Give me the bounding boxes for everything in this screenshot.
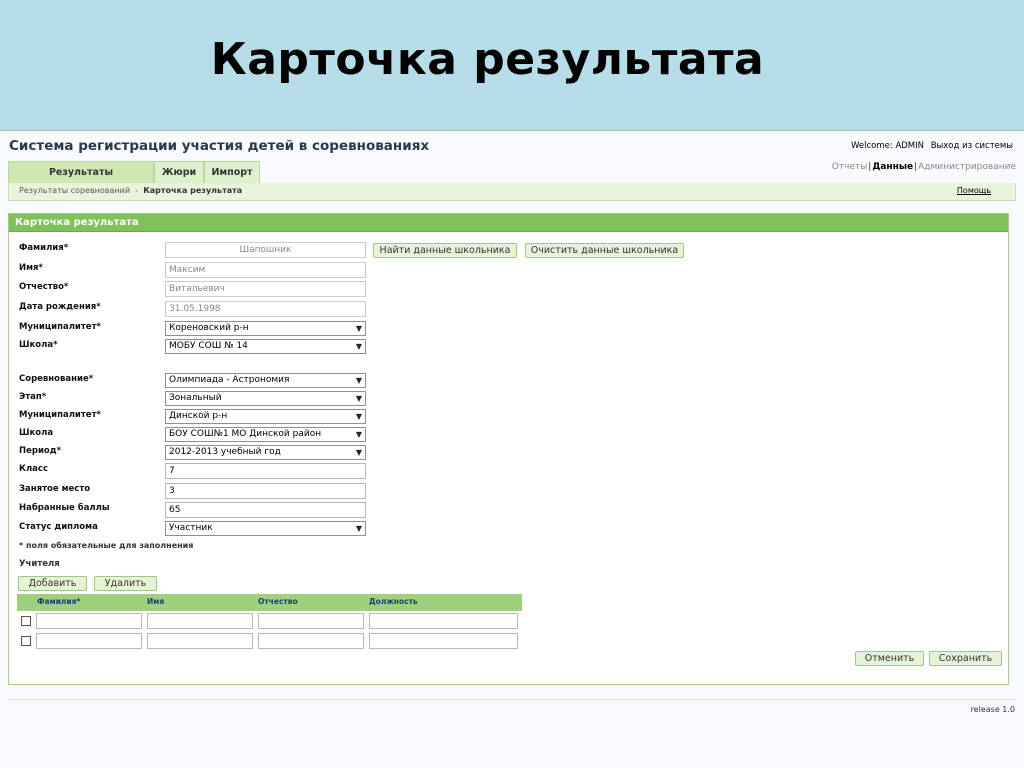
competition-school-value: БОУ СОШ№1 МО Динской район bbox=[169, 429, 322, 439]
score-field[interactable]: 65 bbox=[165, 502, 366, 518]
release-label: release 1.0 bbox=[970, 705, 1015, 714]
competition-value: Олимпиада - Астрономия bbox=[169, 375, 290, 385]
chevron-down-icon: ▼ bbox=[355, 430, 362, 439]
slide-header: Карточка результата bbox=[0, 0, 1024, 130]
panel-title: Карточка результата bbox=[9, 214, 1008, 232]
nav-admin[interactable]: Администрирование bbox=[918, 162, 1016, 172]
breadcrumb-arrow-icon: › bbox=[135, 186, 139, 195]
competition-select[interactable]: Олимпиада - Астрономия ▼ bbox=[165, 373, 366, 388]
teacher-patronymic-input[interactable] bbox=[258, 633, 364, 649]
chevron-down-icon: ▼ bbox=[355, 412, 362, 421]
diploma-select[interactable]: Участник ▼ bbox=[165, 521, 366, 536]
birthdate-field[interactable]: 31.05.1998 bbox=[165, 301, 366, 317]
clear-student-button[interactable]: Очистить данные школьника bbox=[525, 243, 684, 258]
col-patronymic: Отчество bbox=[258, 597, 298, 606]
logout-link[interactable]: Выход из системы bbox=[931, 141, 1013, 151]
col-surname: Фамилия* bbox=[37, 597, 81, 606]
competition-municipality-select[interactable]: Динской р-н ▼ bbox=[165, 409, 366, 424]
nav-separator: | bbox=[868, 162, 872, 172]
result-card-panel: Карточка результата Фамилия* Шапошник На… bbox=[8, 213, 1009, 685]
municipality-select[interactable]: Кореновский р-н ▼ bbox=[165, 321, 366, 336]
competition-label: Соревнование* bbox=[19, 374, 94, 384]
breadcrumb-bar: Результаты соревнований › Карточка результ… bbox=[8, 183, 1016, 201]
tab-import[interactable]: Импорт bbox=[204, 161, 260, 183]
stage-select[interactable]: Зональный ▼ bbox=[165, 391, 366, 406]
tab-jury[interactable]: Жюри bbox=[154, 161, 204, 183]
teacher-name-input[interactable] bbox=[147, 633, 253, 649]
app-title: Система регистрации участия детей в соре… bbox=[9, 138, 430, 154]
teacher-surname-input[interactable] bbox=[36, 613, 142, 629]
grade-label: Класс bbox=[19, 464, 48, 474]
main-nav: Результаты соревнований Жюри Импорт Отче… bbox=[8, 161, 1016, 199]
nav-separator: | bbox=[914, 162, 918, 172]
place-field[interactable]: 3 bbox=[165, 483, 366, 499]
name-field[interactable]: Максим bbox=[165, 262, 366, 278]
surname-field[interactable]: Шапошник bbox=[165, 242, 366, 258]
chevron-down-icon: ▼ bbox=[355, 394, 362, 403]
stage-value: Зональный bbox=[169, 393, 222, 403]
nav-reports[interactable]: Отчеты bbox=[832, 162, 868, 172]
slide-title: Карточка результата bbox=[210, 34, 765, 85]
help-link[interactable]: Помощь bbox=[957, 186, 991, 195]
section-nav: Отчеты|Данные|Администрирование bbox=[832, 162, 1016, 172]
diploma-value: Участник bbox=[169, 523, 213, 533]
school-value: МОБУ СОШ № 14 bbox=[169, 341, 248, 351]
welcome-text: Welcome: ADMIN bbox=[851, 141, 925, 151]
score-label: Набранные баллы bbox=[19, 503, 110, 513]
teacher-name-input[interactable] bbox=[147, 613, 253, 629]
school-label: Школа* bbox=[19, 340, 58, 350]
competition-municipality-label: Муниципалитет* bbox=[19, 410, 101, 420]
stage-label: Этап* bbox=[19, 392, 47, 402]
competition-school-label: Школа bbox=[19, 428, 54, 438]
name-label: Имя* bbox=[19, 263, 43, 273]
patronymic-label: Отчество* bbox=[19, 282, 69, 292]
find-student-button[interactable]: Найти данные школьника bbox=[373, 243, 517, 258]
municipality-label: Муниципалитет* bbox=[19, 322, 101, 332]
delete-teacher-button[interactable]: Удалить bbox=[94, 576, 157, 591]
period-label: Период* bbox=[19, 446, 62, 456]
teachers-title: Учителя bbox=[19, 559, 60, 569]
chevron-down-icon: ▼ bbox=[355, 448, 362, 457]
teacher-position-input[interactable] bbox=[369, 633, 518, 649]
tab-results[interactable]: Результаты соревнований bbox=[8, 161, 154, 199]
col-position: Должность bbox=[369, 597, 418, 606]
competition-municipality-value: Динской р-н bbox=[169, 411, 228, 421]
period-value: 2012-2013 учебный год bbox=[169, 447, 281, 457]
grade-field[interactable]: 7 bbox=[165, 463, 366, 479]
place-label: Занятое место bbox=[19, 484, 91, 494]
app-window: Система регистрации участия детей в соре… bbox=[0, 130, 1024, 768]
nav-data[interactable]: Данные bbox=[872, 162, 913, 172]
row-checkbox[interactable] bbox=[21, 616, 31, 626]
breadcrumb: Результаты соревнований › Карточка результ… bbox=[19, 186, 242, 195]
footer-divider bbox=[8, 699, 1016, 700]
col-name: Имя bbox=[147, 597, 165, 606]
diploma-label: Статус диплома bbox=[19, 522, 98, 532]
teachers-table: Фамилия* Имя Отчество Должность bbox=[17, 594, 522, 652]
add-teacher-button[interactable]: Добавить bbox=[18, 576, 87, 591]
school-select[interactable]: МОБУ СОШ № 14 ▼ bbox=[165, 339, 366, 354]
chevron-down-icon: ▼ bbox=[355, 376, 362, 385]
user-bar: Welcome: ADMIN Выход из системы bbox=[847, 141, 1013, 151]
breadcrumb-current: Карточка результата bbox=[143, 186, 243, 195]
required-note: * поля обязательные для заполнения bbox=[19, 541, 194, 550]
period-select[interactable]: 2012-2013 учебный год ▼ bbox=[165, 445, 366, 460]
surname-label: Фамилия* bbox=[19, 243, 69, 253]
competition-school-select[interactable]: БОУ СОШ№1 МО Динской район ▼ bbox=[165, 427, 366, 442]
save-button[interactable]: Сохранить bbox=[929, 651, 1002, 666]
row-checkbox[interactable] bbox=[21, 636, 31, 646]
birthdate-label: Дата рождения* bbox=[19, 302, 101, 312]
teacher-patronymic-input[interactable] bbox=[258, 613, 364, 629]
teachers-table-header: Фамилия* Имя Отчество Должность bbox=[17, 594, 522, 611]
chevron-down-icon: ▼ bbox=[355, 342, 362, 351]
municipality-value: Кореновский р-н bbox=[169, 323, 249, 333]
teacher-position-input[interactable] bbox=[369, 613, 518, 629]
patronymic-field[interactable]: Витальевич bbox=[165, 281, 366, 297]
chevron-down-icon: ▼ bbox=[355, 524, 362, 533]
breadcrumb-root[interactable]: Результаты соревнований bbox=[19, 186, 130, 195]
cancel-button[interactable]: Отменить bbox=[855, 651, 924, 666]
chevron-down-icon: ▼ bbox=[355, 324, 362, 333]
teacher-surname-input[interactable] bbox=[36, 633, 142, 649]
